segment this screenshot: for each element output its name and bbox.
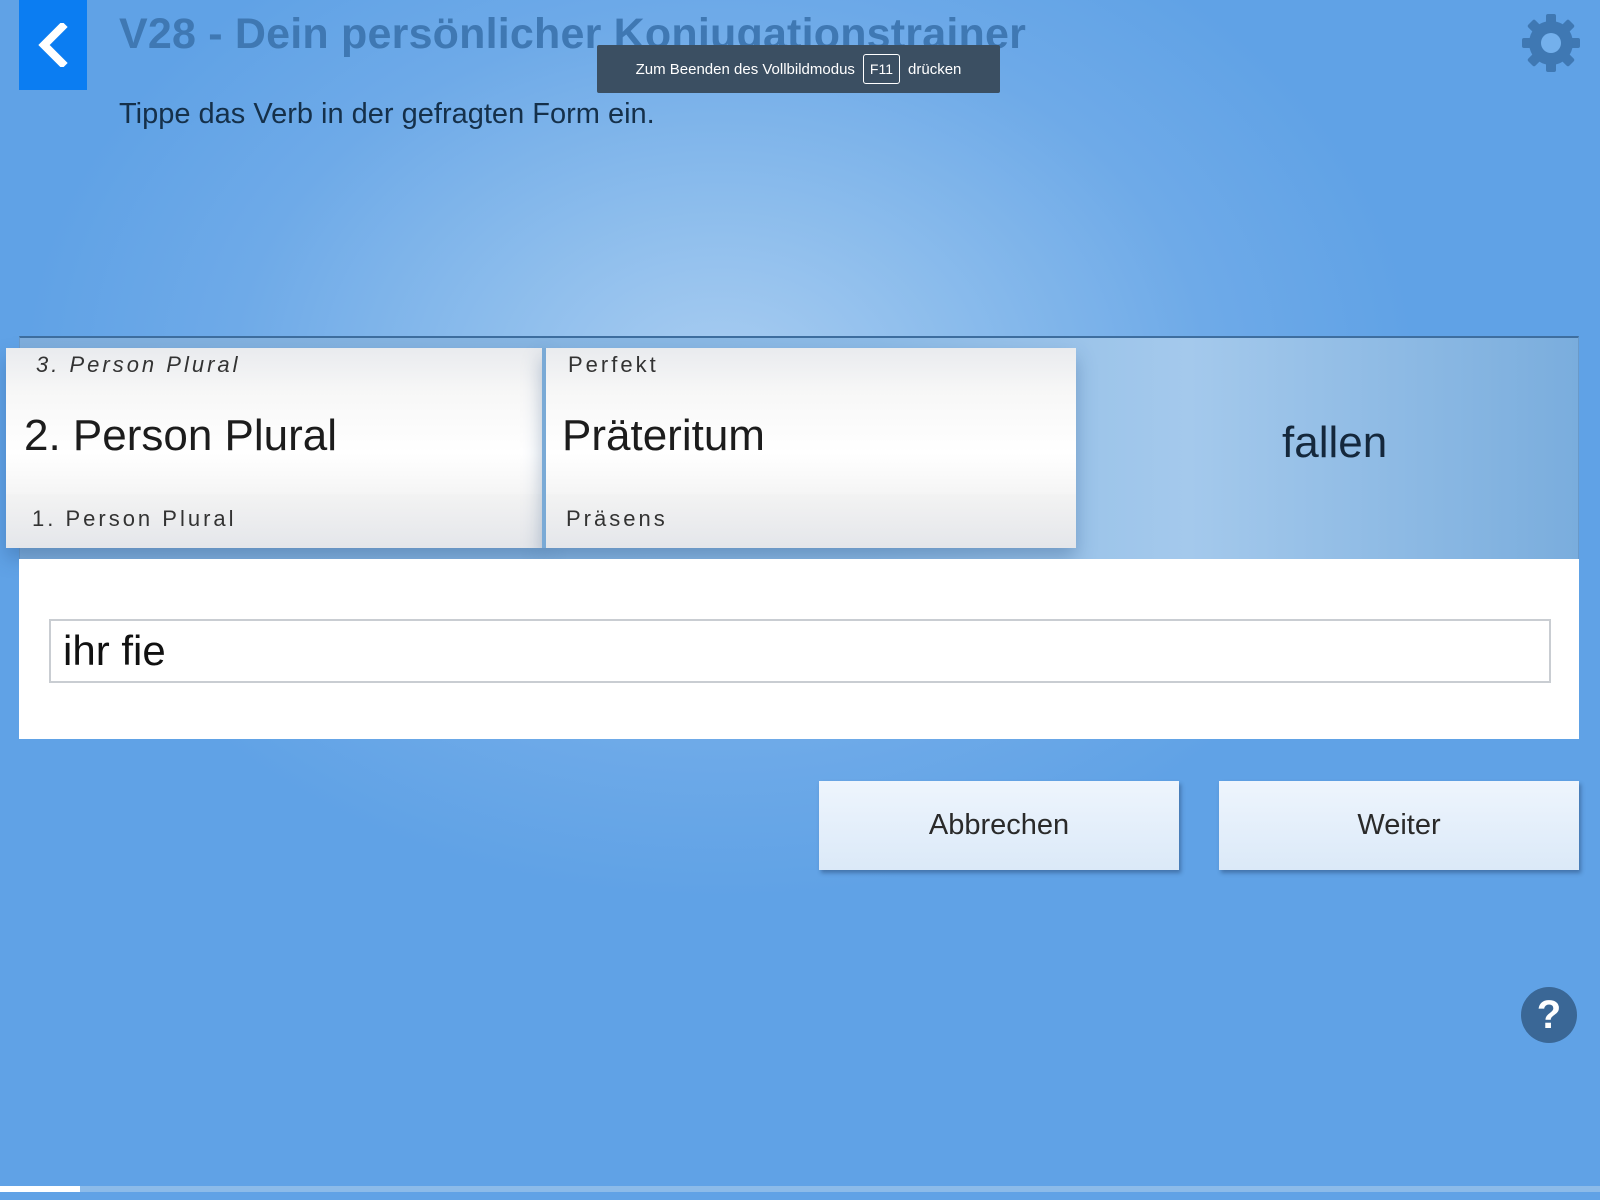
fullscreen-notice-text: Zum Beenden des Vollbildmodus bbox=[635, 60, 855, 78]
tense-option-selected[interactable]: Präteritum bbox=[546, 392, 1076, 494]
f11-key-badge: F11 bbox=[862, 54, 901, 84]
instruction-text: Tippe das Verb in der gefragten Form ein… bbox=[119, 98, 655, 130]
tense-option-next[interactable]: Präsens bbox=[546, 494, 1076, 548]
cancel-button[interactable]: Abbrechen bbox=[819, 781, 1179, 870]
chevron-left-icon bbox=[38, 23, 68, 67]
fullscreen-notice-text-end: drücken bbox=[908, 60, 962, 78]
tense-option-previous[interactable]: Perfekt bbox=[546, 348, 1076, 392]
help-button[interactable]: ? bbox=[1521, 987, 1577, 1043]
tense-picker[interactable]: Perfekt Präteritum Präsens bbox=[542, 348, 1076, 548]
back-button[interactable] bbox=[19, 0, 87, 90]
gear-icon bbox=[1522, 14, 1580, 72]
next-button[interactable]: Weiter bbox=[1219, 781, 1579, 870]
fullscreen-notice: Zum Beenden des Vollbildmodus F11 drücke… bbox=[597, 45, 1000, 93]
person-option-selected[interactable]: 2. Person Plural bbox=[6, 392, 546, 494]
person-option-previous[interactable]: 3. Person Plural bbox=[6, 348, 546, 392]
answer-input[interactable] bbox=[49, 619, 1551, 683]
progress-bar bbox=[0, 1186, 1600, 1192]
verb-label: fallen bbox=[1282, 418, 1388, 467]
person-picker[interactable]: 3. Person Plural 2. Person Plural 1. Per… bbox=[6, 348, 546, 548]
question-icon: ? bbox=[1536, 992, 1562, 1037]
progress-fill bbox=[0, 1186, 80, 1192]
settings-button[interactable] bbox=[1520, 12, 1582, 74]
person-option-next[interactable]: 1. Person Plural bbox=[6, 494, 546, 548]
